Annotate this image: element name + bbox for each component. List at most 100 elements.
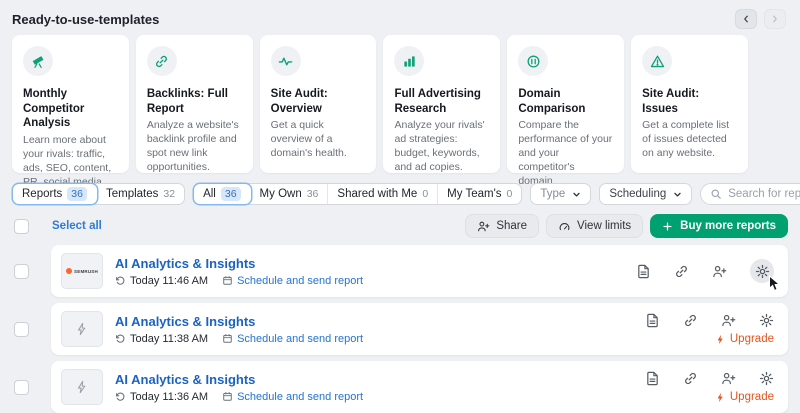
share-label: Share (496, 220, 527, 232)
tab-count: 36 (307, 188, 319, 200)
tab-label: My Own (260, 188, 302, 200)
template-description: Learn more about your rivals: traffic, a… (23, 134, 119, 190)
report-title-link[interactable]: AI Analytics & Insights (115, 372, 363, 387)
carousel-next-button[interactable] (764, 9, 786, 29)
tab-label: All (203, 188, 216, 200)
upgrade-label: Upgrade (730, 391, 774, 403)
report-actions (636, 259, 774, 283)
toolbar-actions: Share View limits Buy more reports (465, 214, 788, 238)
tab-count-badge: 36 (221, 187, 241, 201)
template-card-site-audit-issues[interactable]: Site Audit: Issues Get a complete list o… (631, 35, 748, 173)
buy-more-reports-label: Buy more reports (680, 220, 776, 232)
dropdown-label: Scheduling (609, 188, 666, 200)
tab-shared-with-me[interactable]: Shared with Me 0 (328, 184, 438, 204)
report-meta: Today 11:36 AM Schedule and send report (115, 391, 363, 403)
chevron-left-icon (741, 14, 751, 24)
telescope-icon (23, 46, 53, 76)
report-checkbox[interactable] (14, 380, 29, 395)
view-limits-button[interactable]: View limits (546, 214, 643, 238)
tab-my-own[interactable]: My Own 36 (251, 184, 329, 204)
copy-link-icon[interactable] (674, 264, 689, 279)
carousel-prev-button[interactable] (735, 9, 757, 29)
template-title: Site Audit: Overview (271, 87, 367, 116)
template-card-monthly-competitor-analysis[interactable]: Monthly Competitor Analysis Learn more a… (12, 35, 129, 173)
template-cards: Monthly Competitor Analysis Learn more a… (0, 35, 800, 173)
report-checkbox[interactable] (14, 322, 29, 337)
share-report-icon[interactable] (721, 371, 736, 386)
template-card-full-advertising-research[interactable]: Full Advertising Research Analyze your r… (383, 35, 500, 173)
upgrade-link[interactable]: Upgrade (715, 333, 774, 345)
template-card-backlinks-full-report[interactable]: Backlinks: Full Report Analyze a website… (136, 35, 253, 173)
gear-icon[interactable] (759, 371, 774, 386)
copy-link-icon[interactable] (683, 371, 698, 386)
link-icon (147, 46, 177, 76)
last-modified: Today 11:46 AM (115, 275, 208, 287)
buy-more-reports-button[interactable]: Buy more reports (650, 214, 788, 238)
tab-count: 0 (507, 188, 513, 200)
search-input[interactable] (728, 188, 800, 200)
view-tabs: Reports 36 Templates 32 (12, 183, 185, 205)
schedule-link[interactable]: Schedule and send report (237, 275, 363, 287)
type-dropdown[interactable]: Type (530, 183, 591, 205)
settings-button-hovered[interactable] (750, 259, 774, 283)
tab-all[interactable]: All 36 (194, 184, 250, 204)
search-icon (710, 188, 722, 200)
bolt-icon (75, 380, 89, 394)
last-modified: Today 11:36 AM (115, 391, 208, 403)
schedule-action[interactable]: Schedule and send report (222, 275, 363, 287)
template-description: Get a quick overview of a domain's healt… (271, 119, 367, 161)
tab-my-teams[interactable]: My Team's 0 (438, 184, 521, 204)
export-file-icon[interactable] (645, 313, 660, 328)
template-title: Domain Comparison (518, 87, 614, 116)
chevron-down-icon (673, 190, 682, 199)
calendar-icon (222, 275, 233, 286)
schedule-action[interactable]: Schedule and send report (222, 391, 363, 403)
schedule-link[interactable]: Schedule and send report (237, 333, 363, 345)
gear-icon (755, 264, 770, 279)
bolt-icon (75, 322, 89, 336)
report-title-link[interactable]: AI Analytics & Insights (115, 314, 363, 329)
upgrade-bolt-icon (715, 392, 726, 403)
template-card-domain-comparison[interactable]: Domain Comparison Compare the performanc… (507, 35, 624, 173)
share-button[interactable]: Share (465, 214, 539, 238)
ownership-tabs: All 36 My Own 36 Shared with Me 0 My Tea… (193, 183, 522, 205)
share-report-icon[interactable] (712, 264, 727, 279)
select-all-checkbox[interactable] (14, 219, 29, 234)
schedule-action[interactable]: Schedule and send report (222, 333, 363, 345)
schedule-link[interactable]: Schedule and send report (237, 391, 363, 403)
modified-time: Today 11:46 AM (130, 275, 208, 287)
report-checkbox[interactable] (14, 264, 29, 279)
report-card: SEMRUSH AI Analytics & Insights Today 11… (51, 245, 788, 297)
copy-link-icon[interactable] (683, 313, 698, 328)
user-plus-icon (477, 220, 490, 233)
tab-reports[interactable]: Reports 36 (13, 184, 97, 204)
modified-time: Today 11:36 AM (130, 391, 208, 403)
upgrade-link[interactable]: Upgrade (715, 391, 774, 403)
report-row: AI Analytics & Insights Today 11:38 AM S… (0, 303, 800, 355)
share-report-icon[interactable] (721, 313, 736, 328)
tab-templates[interactable]: Templates 32 (97, 184, 184, 204)
comparison-icon (518, 46, 548, 76)
page-title: Ready-to-use-templates (12, 12, 159, 27)
report-title-link[interactable]: AI Analytics & Insights (115, 256, 363, 271)
template-description: Get a complete list of issues detected o… (642, 119, 738, 161)
report-info: AI Analytics & Insights Today 11:46 AM S… (115, 256, 363, 287)
report-action-icons (645, 313, 774, 328)
tab-count: 32 (163, 188, 175, 200)
export-file-icon[interactable] (636, 264, 651, 279)
template-title: Site Audit: Issues (642, 87, 738, 116)
report-meta: Today 11:46 AM Schedule and send report (115, 275, 363, 287)
tab-count-badge: 36 (67, 187, 87, 201)
template-title: Full Advertising Research (394, 87, 490, 116)
select-all-label[interactable]: Select all (52, 220, 102, 232)
dropdown-label: Type (540, 188, 565, 200)
template-card-site-audit-overview[interactable]: Site Audit: Overview Get a quick overvie… (260, 35, 377, 173)
report-card: AI Analytics & Insights Today 11:38 AM S… (51, 303, 788, 355)
report-meta: Today 11:38 AM Schedule and send report (115, 333, 363, 345)
gear-icon[interactable] (759, 313, 774, 328)
semrush-logo-icon (66, 268, 72, 274)
export-file-icon[interactable] (645, 371, 660, 386)
scheduling-dropdown[interactable]: Scheduling (599, 183, 692, 205)
report-row: SEMRUSH AI Analytics & Insights Today 11… (0, 245, 800, 297)
semrush-logo-text: SEMRUSH (74, 269, 98, 274)
